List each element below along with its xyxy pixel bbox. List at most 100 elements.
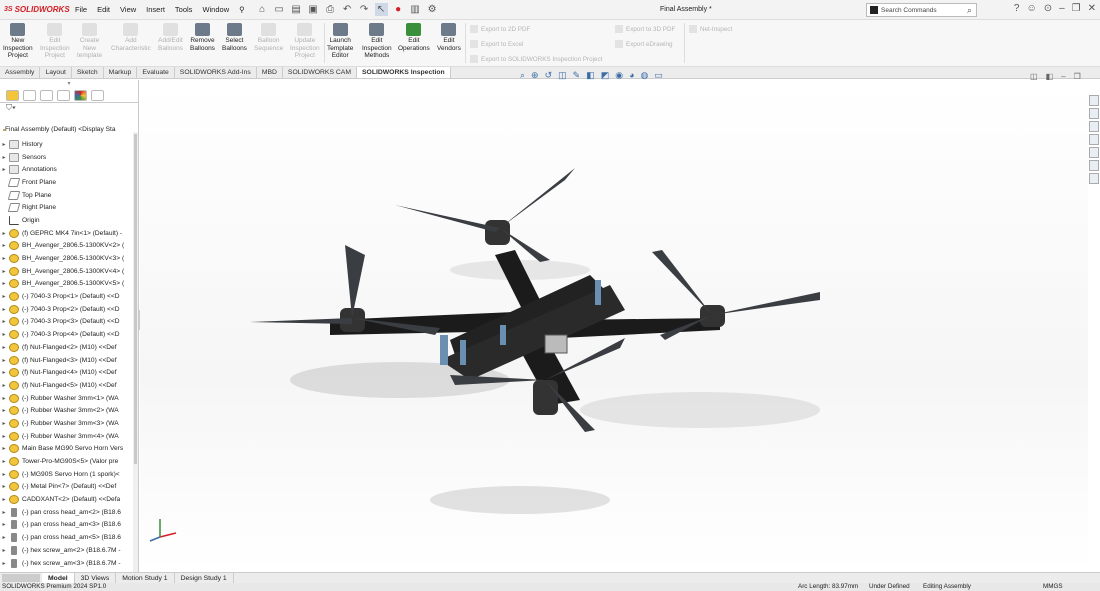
view-settings-icon[interactable]: ▭ xyxy=(654,70,663,81)
tab-evaluate[interactable]: Evaluate xyxy=(137,67,175,78)
tree-item[interactable]: ▸ (-) MG90S Servo Horn (1 spork)< xyxy=(0,468,133,481)
tree-item[interactable]: ▸ Annotations xyxy=(0,163,133,176)
expand-arrow-icon[interactable]: ▸ xyxy=(0,382,8,389)
collapse-handle[interactable]: ▾ xyxy=(0,80,138,88)
solidworks-logo[interactable]: 3S SOLIDWORKS xyxy=(4,5,70,14)
view-orientation-icon[interactable]: ◧ xyxy=(586,70,595,81)
tree-item[interactable]: ▸ BH_Avenger_2806.5-1300KV<4> ( xyxy=(0,265,133,278)
launch-template-editor-button[interactable]: Launch Template Editor xyxy=(327,23,353,60)
more-tabs-icon[interactable] xyxy=(91,89,104,101)
tab-design-study[interactable]: Design Study 1 xyxy=(175,572,234,584)
expand-arrow-icon[interactable]: ▸ xyxy=(0,242,8,249)
minimize-icon[interactable]: – xyxy=(1059,3,1065,14)
expand-arrow-icon[interactable]: ▸ xyxy=(0,395,8,402)
tab-addins[interactable]: SOLIDWORKS Add-Ins xyxy=(175,67,257,78)
hide-show-icon[interactable]: ◉ xyxy=(615,70,623,81)
menu-insert[interactable]: Insert xyxy=(141,5,170,14)
tree-item[interactable]: ▸ (-) hex screw_am<3> (B18.6.7M - xyxy=(0,557,133,570)
expand-arrow-icon[interactable]: ▸ xyxy=(0,496,8,503)
viewport-restore-icon[interactable]: ◫ xyxy=(1030,72,1038,81)
expand-arrow-icon[interactable]: ▸ xyxy=(0,306,8,313)
feature-tree-tab-icon[interactable] xyxy=(6,89,19,101)
tab-motion-study[interactable]: Motion Study 1 xyxy=(116,572,175,584)
help-icon[interactable]: ? xyxy=(1014,3,1020,14)
tree-item[interactable]: ▸ (-) Metal Pin<7> (Default) <<Def xyxy=(0,481,133,494)
expand-arrow-icon[interactable]: ▸ xyxy=(0,420,8,427)
configuration-manager-tab-icon[interactable] xyxy=(40,89,53,101)
expand-arrow-icon[interactable]: ▸ xyxy=(0,407,8,414)
tree-item[interactable]: ▸ CADDXANT<2> (Default) <<Defa xyxy=(0,493,133,506)
tab-model[interactable]: Model xyxy=(42,572,75,584)
remove-balloons-button[interactable]: Remove Balloons xyxy=(190,23,215,52)
zoom-to-fit-icon[interactable]: ⌕ xyxy=(520,70,525,81)
appearances-icon[interactable] xyxy=(1089,160,1099,171)
graphics-viewport[interactable]: ⌕ ⊕ ↺ ◫ ✎ ◧ ◩ ◉ ◕ ◍ ▭ xyxy=(140,70,1088,572)
expand-arrow-icon[interactable]: ▸ xyxy=(0,154,8,161)
tree-item[interactable]: ▸ (-) Rubber Washer 3mm<4> (WA xyxy=(0,430,133,443)
tree-item[interactable]: Right Plane xyxy=(0,201,133,214)
export-2d-pdf-button[interactable]: Export to 2D PDF xyxy=(470,25,530,33)
tree-root-assembly[interactable]: Final Assembly (Default) <Display Sta xyxy=(0,126,116,133)
expand-arrow-icon[interactable]: ▸ xyxy=(0,230,8,237)
rebuild-icon[interactable]: ● xyxy=(392,3,405,16)
tree-item[interactable]: ▸ (-) Rubber Washer 3mm<2> (WA xyxy=(0,404,133,417)
export-3d-pdf-button[interactable]: Export to 3D PDF xyxy=(615,25,675,33)
pin-icon[interactable]: ⚲ xyxy=(234,5,250,14)
help-menu-icon[interactable]: ⊙ xyxy=(1044,3,1052,14)
redo-icon[interactable]: ↷ xyxy=(358,3,371,16)
tree-item[interactable]: ▸ (-) 7040-3 Prop<3> (Default) <<D xyxy=(0,316,133,329)
tree-item[interactable]: ▸ (f) Nut-Flanged<5> (M10) <<Def xyxy=(0,379,133,392)
expand-arrow-icon[interactable]: ▸ xyxy=(0,471,8,478)
open-icon[interactable]: ▤ xyxy=(290,3,303,16)
expand-arrow-icon[interactable]: ▸ xyxy=(0,483,8,490)
menu-window[interactable]: Window xyxy=(197,5,234,14)
undo-icon[interactable]: ↶ xyxy=(341,3,354,16)
viewport-minimize-icon[interactable]: – xyxy=(1061,72,1065,81)
options-icon[interactable]: ⚙ xyxy=(426,3,439,16)
menu-edit[interactable]: Edit xyxy=(92,5,115,14)
print-icon[interactable]: ⎙ xyxy=(324,3,337,16)
user-icon[interactable]: ☺ xyxy=(1026,3,1036,14)
expand-arrow-icon[interactable]: ▸ xyxy=(0,433,8,440)
tab-navigation-arrows[interactable] xyxy=(2,574,40,582)
new-inspection-project-button[interactable]: New Inspection Project xyxy=(3,23,33,60)
tree-item[interactable]: ▸ (f) Nut-Flanged<3> (M10) <<Def xyxy=(0,354,133,367)
expand-arrow-icon[interactable]: ▸ xyxy=(0,445,8,452)
expand-arrow-icon[interactable]: ▸ xyxy=(0,560,8,567)
apply-scene-icon[interactable]: ◍ xyxy=(641,70,649,81)
menu-file[interactable]: File xyxy=(70,5,92,14)
close-icon[interactable]: ✕ xyxy=(1088,3,1096,14)
scrollbar-thumb[interactable] xyxy=(134,134,137,464)
zoom-area-icon[interactable]: ⊕ xyxy=(531,70,539,81)
expand-arrow-icon[interactable]: ▸ xyxy=(0,369,8,376)
tree-item[interactable]: ▸ (-) Rubber Washer 3mm<3> (WA xyxy=(0,417,133,430)
filter-icon[interactable]: ⛉▾ xyxy=(0,103,138,115)
tree-item[interactable]: ▸ (f) Nut-Flanged<4> (M10) <<Def xyxy=(0,366,133,379)
tree-item[interactable]: ▸ (-) 7040-3 Prop<2> (Default) <<D xyxy=(0,303,133,316)
tree-item[interactable]: ▸ (-) pan cross head_am<5> (B18.6 xyxy=(0,531,133,544)
export-edrawing-button[interactable]: Export eDrawing xyxy=(615,40,673,48)
home-icon[interactable]: ⌂ xyxy=(256,3,269,16)
create-new-template-button[interactable]: Create New template xyxy=(77,23,102,60)
tab-sketch[interactable]: Sketch xyxy=(72,67,104,78)
tab-3d-views[interactable]: 3D Views xyxy=(75,572,117,584)
edit-vendors-button[interactable]: Edit Vendors xyxy=(437,23,461,52)
expand-arrow-icon[interactable]: ▸ xyxy=(0,344,8,351)
expand-arrow-icon[interactable]: ▸ xyxy=(0,534,8,541)
tree-item[interactable]: ▸ (f) GEPRC MK4 7in<1> (Default) - xyxy=(0,227,133,240)
dimxpert-tab-icon[interactable] xyxy=(57,89,70,101)
edit-operations-button[interactable]: Edit Operations xyxy=(398,23,430,52)
tree-item[interactable]: ▸ (-) pan cross head_am<2> (B18.6 xyxy=(0,506,133,519)
search-commands[interactable]: Search Commands ⌕ xyxy=(866,3,977,17)
tree-item[interactable]: Top Plane xyxy=(0,189,133,202)
file-properties-icon[interactable]: ▥ xyxy=(409,3,422,16)
edit-inspection-project-button[interactable]: Edit Inspection Project xyxy=(40,23,70,60)
view-palette-icon[interactable] xyxy=(1089,147,1099,158)
save-icon[interactable]: ▣ xyxy=(307,3,320,16)
display-style-icon[interactable]: ◩ xyxy=(601,70,610,81)
expand-arrow-icon[interactable]: ▸ xyxy=(0,509,8,516)
expand-arrow-icon[interactable]: ▸ xyxy=(0,293,8,300)
tree-item[interactable]: ▸ (f) Nut-Flanged<2> (M10) <<Def xyxy=(0,341,133,354)
file-explorer-icon[interactable] xyxy=(1089,134,1099,145)
expand-arrow-icon[interactable]: ▸ xyxy=(0,255,8,262)
